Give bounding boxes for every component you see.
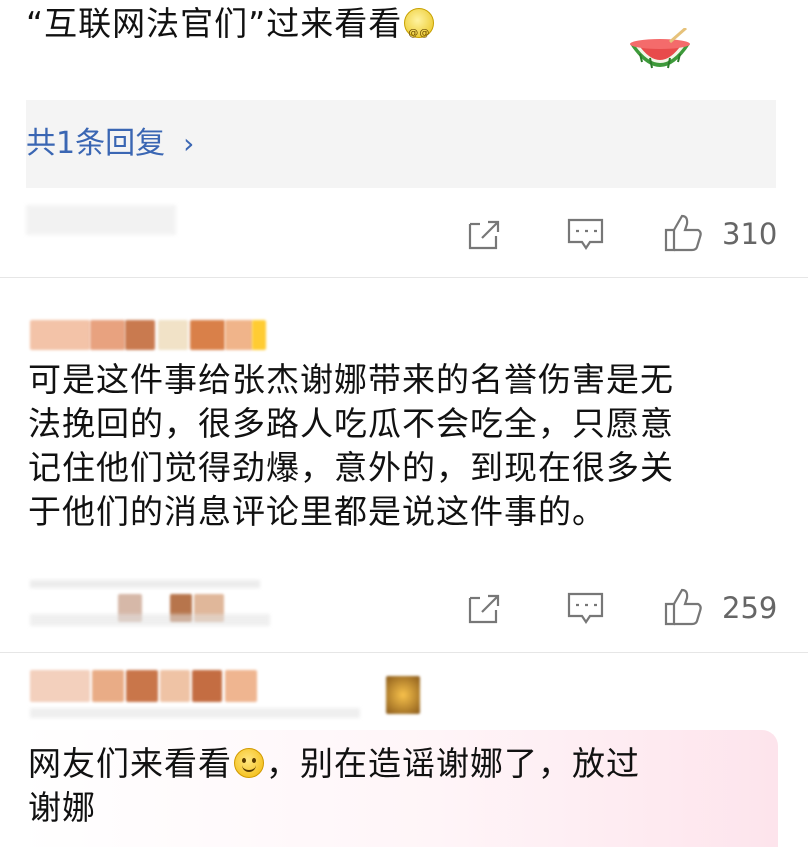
smile-emoji-icon: [234, 748, 264, 778]
divider: [0, 277, 808, 278]
comment-3-line-1: 网友们来看看 ，别在造谣谢娜了，放过: [28, 742, 640, 786]
chevron-right-icon: ›: [183, 127, 195, 160]
like-icon[interactable]: [662, 212, 706, 254]
blurred-username: [30, 670, 360, 720]
comment-3-text-end: ，别在造谣谢娜了，放过: [266, 744, 640, 783]
comment-1-body: “互联网法官们”过来看看: [26, 4, 403, 43]
blurred-username: [30, 320, 266, 350]
comment-icon[interactable]: [566, 216, 606, 252]
share-icon[interactable]: [466, 216, 504, 252]
comment-3-body: 网友们来看看 ，别在造谣谢娜了，放过 谢娜: [28, 742, 640, 830]
like-icon[interactable]: [662, 586, 706, 628]
badge-icon: [386, 676, 420, 714]
view-replies-label: 共1条回复: [26, 126, 166, 161]
comment-2-line: 法挽回的，很多路人吃瓜不会吃全，只愿意: [28, 404, 674, 443]
share-icon[interactable]: [466, 590, 504, 626]
comment-2-body: 可是这件事给张杰谢娜带来的名誉伤害是无 法挽回的，很多路人吃瓜不会吃全，只愿意 …: [28, 358, 674, 534]
view-replies-link[interactable]: 共1条回复 ›: [26, 124, 194, 164]
blurred-timestamp: [26, 205, 176, 235]
watermelon-icon: [630, 28, 690, 69]
blurred-timestamp: [30, 580, 270, 632]
like-count: 310: [722, 217, 778, 251]
comment-2-line: 可是这件事给张杰谢娜带来的名誉伤害是无: [28, 360, 674, 399]
comment-3-text-start: 网友们来看看: [28, 744, 232, 783]
like-count: 259: [722, 591, 778, 625]
dizzy-emoji-icon: [404, 8, 435, 56]
comment-2-line: 于他们的消息评论里都是说这件事的。: [28, 492, 606, 531]
comment-2-line: 记住他们觉得劲爆，意外的，到现在很多关: [28, 448, 674, 487]
comment-3-line-2: 谢娜: [28, 788, 96, 827]
comment-1-text: “互联网法官们”过来看看: [26, 2, 435, 56]
divider: [0, 652, 808, 653]
comment-icon[interactable]: [566, 590, 606, 626]
